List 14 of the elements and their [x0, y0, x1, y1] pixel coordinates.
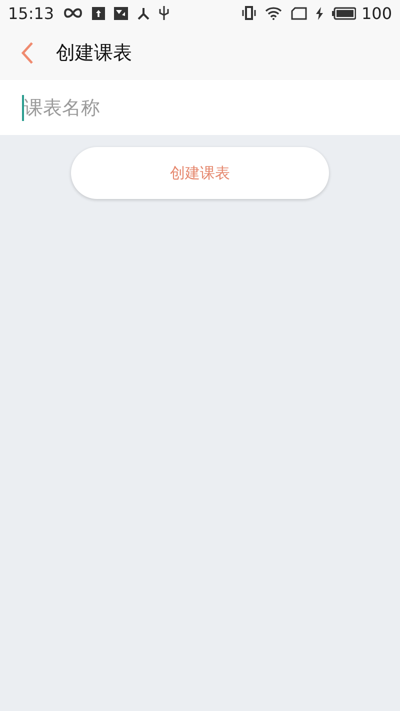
- charging-icon: [316, 6, 324, 20]
- upload-icon: [92, 6, 106, 20]
- course-name-field[interactable]: 课表名称: [0, 80, 400, 135]
- back-icon[interactable]: [20, 41, 34, 65]
- infinity-icon: [63, 7, 84, 19]
- wifi-icon: [265, 6, 282, 20]
- status-time: 15:13: [8, 4, 54, 22]
- usb-icon: [159, 6, 170, 20]
- create-schedule-button[interactable]: 创建课表: [71, 147, 329, 199]
- vibrate-icon: [242, 6, 256, 20]
- battery-icon: [332, 6, 356, 20]
- sim-icon: [291, 6, 308, 20]
- page-title: 创建课表: [56, 41, 132, 66]
- battery-level: 100: [361, 4, 392, 22]
